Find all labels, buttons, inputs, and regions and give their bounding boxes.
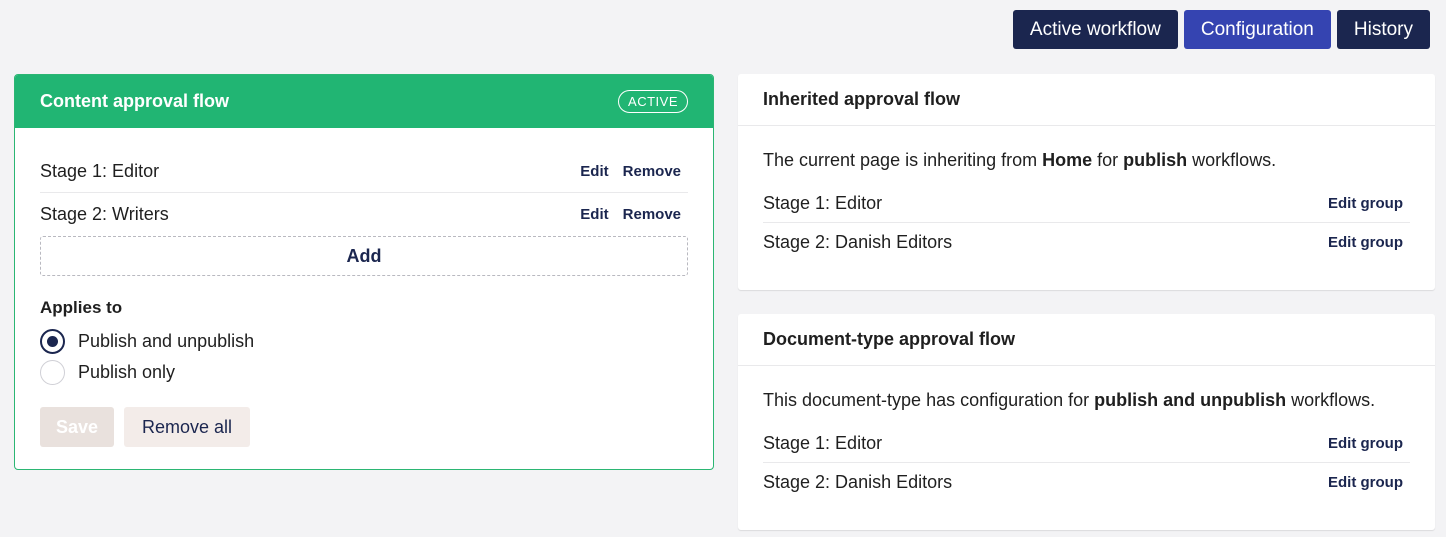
desc-text: This document-type has configuration for — [763, 390, 1095, 410]
applies-to-section: Applies to Publish and unpublish Publish… — [15, 276, 713, 388]
stage-row: Stage 2: Writers Edit Remove — [40, 193, 688, 236]
edit-group-button[interactable]: Edit group — [1328, 195, 1410, 212]
desc-text: workflows. — [1187, 150, 1277, 170]
doctype-description: This document-type has configuration for… — [763, 366, 1410, 424]
edit-stage-button[interactable]: Edit — [580, 163, 608, 180]
card-title: Content approval flow — [40, 91, 229, 111]
tab-history[interactable]: History — [1336, 10, 1430, 49]
desc-workflow-type: publish and unpublish — [1094, 390, 1287, 410]
stage-name: Stage 2: Writers — [40, 204, 169, 224]
document-type-approval-flow-card: Document-type approval flow This documen… — [738, 314, 1435, 530]
stage-list: Stage 1: Editor Edit Remove Stage 2: Wri… — [15, 128, 713, 236]
tab-active-workflow[interactable]: Active workflow — [1012, 10, 1178, 49]
desc-workflow-type: publish — [1123, 150, 1188, 170]
workflow-tabs: Active workflow Configuration History — [1012, 10, 1430, 49]
form-buttons: Save Remove all — [15, 388, 713, 447]
stage-row: Stage 1: Editor Edit Remove — [40, 150, 688, 193]
stage-name: Stage 2: Danish Editors — [763, 472, 953, 492]
card-title: Inherited approval flow — [738, 74, 1435, 126]
desc-text: workflows. — [1286, 390, 1376, 410]
stage-row: Stage 1: Editor Edit group — [763, 424, 1410, 463]
radio-unchecked-icon[interactable] — [40, 360, 65, 385]
remove-stage-button[interactable]: Remove — [623, 163, 681, 180]
inherited-description: The current page is inheriting from Home… — [763, 126, 1410, 184]
desc-source: Home — [1042, 150, 1093, 170]
radio-label: Publish only — [78, 362, 176, 382]
radio-checked-icon[interactable] — [40, 329, 65, 354]
edit-group-button[interactable]: Edit group — [1328, 234, 1410, 251]
stage-actions: Edit Remove — [580, 163, 688, 180]
remove-all-button[interactable]: Remove all — [124, 407, 251, 447]
radio-publish-only[interactable]: Publish only — [40, 357, 688, 388]
inherited-approval-flow-card: Inherited approval flow The current page… — [738, 74, 1435, 290]
radio-publish-and-unpublish[interactable]: Publish and unpublish — [40, 326, 688, 357]
stage-actions: Edit Remove — [580, 206, 688, 223]
stage-row: Stage 2: Danish Editors Edit group — [763, 463, 1410, 502]
stage-name: Stage 2: Danish Editors — [763, 232, 953, 252]
stage-row: Stage 2: Danish Editors Edit group — [763, 223, 1410, 262]
radio-label: Publish and unpublish — [78, 331, 255, 351]
status-badge: ACTIVE — [618, 90, 688, 113]
remove-stage-button[interactable]: Remove — [623, 206, 681, 223]
edit-group-button[interactable]: Edit group — [1328, 435, 1410, 452]
add-stage-button[interactable]: Add — [40, 236, 688, 276]
stage-name: Stage 1: Editor — [763, 192, 883, 213]
edit-stage-button[interactable]: Edit — [580, 206, 608, 223]
content-approval-flow-card: Content approval flow ACTIVE Stage 1: Ed… — [14, 74, 714, 470]
applies-to-label: Applies to — [40, 298, 123, 317]
edit-group-button[interactable]: Edit group — [1328, 474, 1410, 491]
desc-text: The current page is inheriting from — [763, 150, 1043, 170]
stage-name: Stage 1: Editor — [763, 432, 883, 453]
content-approval-flow-header: Content approval flow ACTIVE — [15, 75, 713, 128]
stage-name: Stage 1: Editor — [40, 160, 160, 181]
tab-configuration[interactable]: Configuration — [1183, 10, 1331, 49]
save-button[interactable]: Save — [40, 407, 114, 447]
stage-row: Stage 1: Editor Edit group — [763, 184, 1410, 223]
card-title: Document-type approval flow — [738, 314, 1435, 366]
desc-text: for — [1092, 150, 1124, 170]
